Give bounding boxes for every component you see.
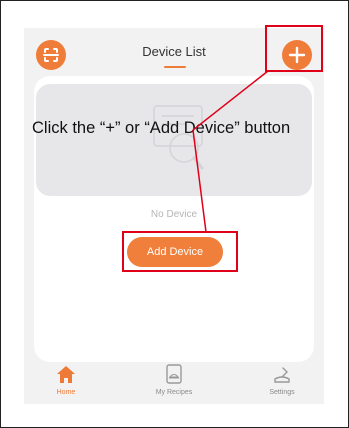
tab-bar: Home My Recipes Settings (24, 362, 324, 404)
tab-settings[interactable]: Settings (252, 362, 312, 404)
tab-my-recipes-label: My Recipes (155, 389, 193, 396)
recipe-book-icon (166, 364, 182, 384)
tab-my-recipes[interactable]: My Recipes (144, 362, 204, 404)
settings-icon (274, 367, 290, 383)
tab-settings-label: Settings (269, 389, 295, 396)
house-icon (57, 366, 75, 383)
highlight-box-plus (265, 25, 323, 72)
title-underline (164, 66, 186, 68)
tab-home[interactable]: Home (36, 362, 96, 404)
tab-home-label: Home (56, 389, 76, 396)
app-screen: Device List No Device Add Device Home My… (24, 28, 324, 404)
instruction-text: Click the “+” or “Add Device” button (32, 119, 291, 137)
no-device-label: No Device (150, 209, 198, 220)
highlight-box-add-device (122, 231, 238, 272)
